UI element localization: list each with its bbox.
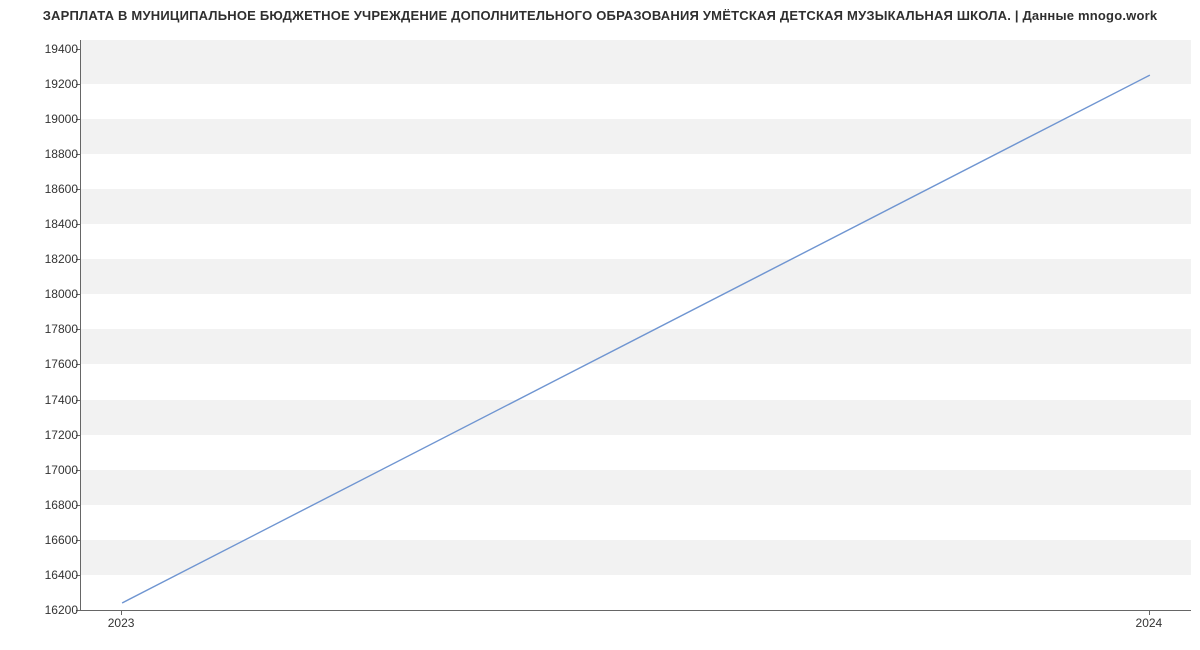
- y-tick-label: 16400: [28, 568, 78, 582]
- y-tick-label: 17200: [28, 428, 78, 442]
- y-tick-label: 18400: [28, 217, 78, 231]
- y-tick-label: 17600: [28, 357, 78, 371]
- y-tick-label: 16800: [28, 498, 78, 512]
- x-tick-label: 2023: [108, 616, 135, 630]
- x-tick-label: 2024: [1136, 616, 1163, 630]
- chart-title: ЗАРПЛАТА В МУНИЦИПАЛЬНОЕ БЮДЖЕТНОЕ УЧРЕЖ…: [0, 8, 1200, 23]
- y-tick-label: 19000: [28, 112, 78, 126]
- y-tick-label: 17000: [28, 463, 78, 477]
- plot-area: [80, 40, 1191, 611]
- y-tick-label: 17800: [28, 322, 78, 336]
- y-tick-label: 16600: [28, 533, 78, 547]
- y-tick-label: 18000: [28, 287, 78, 301]
- y-tick-label: 18800: [28, 147, 78, 161]
- y-tick-label: 17400: [28, 393, 78, 407]
- data-line: [122, 75, 1150, 603]
- y-tick-label: 18200: [28, 252, 78, 266]
- y-tick-label: 19400: [28, 42, 78, 56]
- x-tick-mark: [1149, 610, 1150, 615]
- x-tick-mark: [121, 610, 122, 615]
- chart-container: ЗАРПЛАТА В МУНИЦИПАЛЬНОЕ БЮДЖЕТНОЕ УЧРЕЖ…: [0, 0, 1200, 650]
- line-series: [81, 40, 1191, 610]
- y-tick-label: 16200: [28, 603, 78, 617]
- y-tick-label: 19200: [28, 77, 78, 91]
- y-tick-label: 18600: [28, 182, 78, 196]
